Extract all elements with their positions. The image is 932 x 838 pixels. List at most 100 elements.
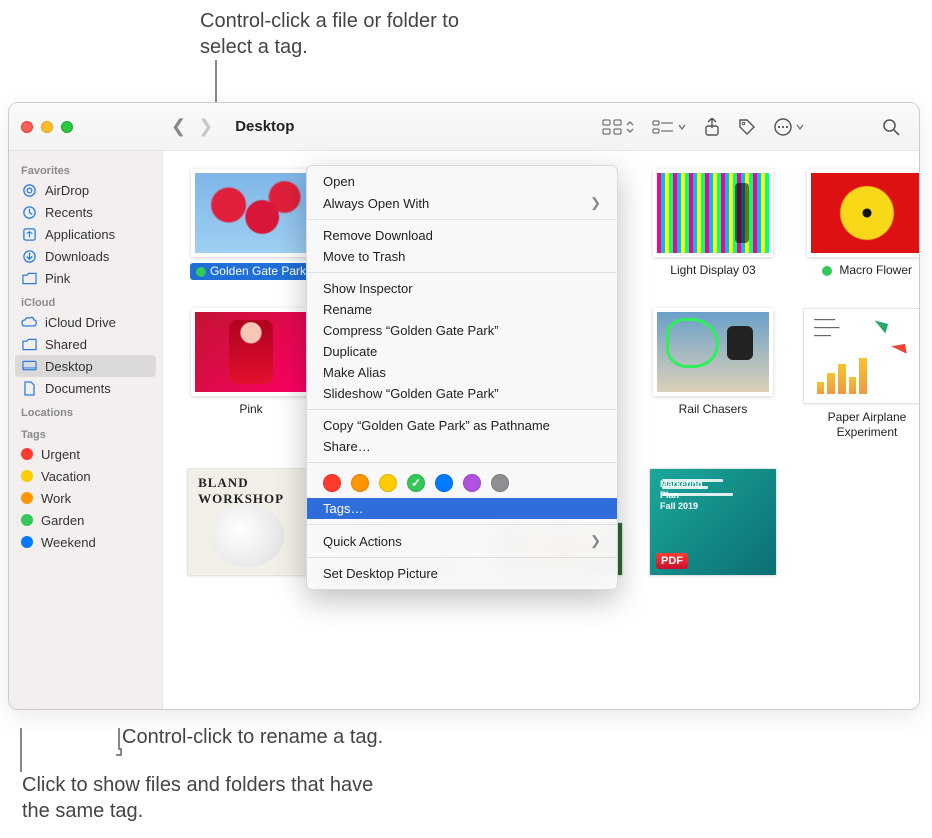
callout-line bbox=[20, 728, 22, 772]
ctx-quick-actions[interactable]: Quick Actions❯ bbox=[307, 530, 617, 552]
sidebar-item-airdrop[interactable]: AirDrop bbox=[9, 179, 162, 201]
sidebar-item-recents[interactable]: Recents bbox=[9, 201, 162, 223]
chevron-down-icon bbox=[678, 123, 686, 131]
nav-controls: ❮ ❯ Desktop bbox=[163, 116, 294, 137]
sidebar-item-label: Shared bbox=[45, 337, 87, 352]
window-title: Desktop bbox=[235, 118, 294, 135]
tag-color-gray[interactable] bbox=[491, 474, 509, 492]
sidebar: Favorites AirDrop Recents Applications D… bbox=[9, 151, 163, 709]
file-name-label: Golden Gate Park bbox=[210, 264, 306, 279]
file-thumbnail: ━━━━━━━━━━━━━━━ bbox=[803, 308, 919, 404]
actions-button[interactable] bbox=[768, 114, 810, 140]
file-name-selected: Golden Gate Park bbox=[190, 263, 312, 280]
sidebar-item-label: Vacation bbox=[41, 469, 91, 484]
downloads-icon bbox=[21, 248, 37, 264]
ctx-set-desktop-picture[interactable]: Set Desktop Picture bbox=[307, 563, 617, 584]
tag-color-orange[interactable] bbox=[351, 474, 369, 492]
tags-button[interactable] bbox=[732, 114, 762, 140]
file-item-placeholder bbox=[797, 468, 919, 576]
sidebar-tag-weekend[interactable]: Weekend bbox=[9, 531, 162, 553]
window-controls bbox=[9, 121, 163, 133]
icon-view-icon bbox=[602, 119, 622, 135]
menu-separator bbox=[307, 462, 617, 463]
ctx-rename[interactable]: Rename bbox=[307, 299, 617, 320]
tag-color-red[interactable] bbox=[323, 474, 341, 492]
annotation-bottom: Click to show files and folders that hav… bbox=[22, 772, 382, 824]
ctx-copy-pathname[interactable]: Copy “Golden Gate Park” as Pathname bbox=[307, 415, 617, 436]
chevron-right-icon: ❯ bbox=[590, 195, 601, 211]
file-item[interactable]: Light Display 03 bbox=[643, 169, 783, 280]
sidebar-item-label: iCloud Drive bbox=[45, 315, 116, 330]
file-item[interactable]: Pink bbox=[181, 308, 321, 440]
sidebar-item-label: Recents bbox=[45, 205, 93, 220]
file-thumbnail bbox=[191, 169, 311, 257]
file-name-label: Light Display 03 bbox=[670, 263, 755, 278]
sidebar-tag-urgent[interactable]: Urgent bbox=[9, 443, 162, 465]
ctx-share[interactable]: Share… bbox=[307, 436, 617, 457]
ctx-compress[interactable]: Compress “Golden Gate Park” bbox=[307, 320, 617, 341]
sidebar-item-label: Weekend bbox=[41, 535, 96, 550]
back-button[interactable]: ❮ bbox=[171, 116, 186, 137]
sidebar-header-tags: Tags bbox=[9, 421, 162, 443]
sidebar-item-desktop[interactable]: Desktop bbox=[15, 355, 156, 377]
menu-separator bbox=[307, 524, 617, 525]
forward-button[interactable]: ❯ bbox=[198, 116, 213, 137]
folder-icon bbox=[21, 270, 37, 286]
file-item[interactable]: Rail Chasers bbox=[643, 308, 783, 440]
file-name-label: Paper Airplane Experiment bbox=[799, 410, 919, 440]
sidebar-item-label: Garden bbox=[41, 513, 84, 528]
document-icon bbox=[21, 380, 37, 396]
ctx-move-to-trash[interactable]: Move to Trash bbox=[307, 246, 617, 267]
file-item[interactable]: BLANDWORKSHOP bbox=[181, 468, 321, 576]
close-window-button[interactable] bbox=[21, 121, 33, 133]
sidebar-item-pink[interactable]: Pink bbox=[9, 267, 162, 289]
tag-color-purple[interactable] bbox=[463, 474, 481, 492]
file-name-label: Macro Flower bbox=[839, 263, 912, 277]
applications-icon bbox=[21, 226, 37, 242]
maximize-window-button[interactable] bbox=[61, 121, 73, 133]
minimize-window-button[interactable] bbox=[41, 121, 53, 133]
tag-dot-icon bbox=[21, 492, 33, 504]
file-item[interactable]: Golden Gate Park bbox=[181, 169, 321, 280]
sidebar-item-label: Downloads bbox=[45, 249, 109, 264]
file-thumbnail: MarketingPlanFall 2019 PDF bbox=[649, 468, 777, 576]
sidebar-tag-garden[interactable]: Garden bbox=[9, 509, 162, 531]
sidebar-item-label: Desktop bbox=[45, 359, 93, 374]
share-button[interactable] bbox=[698, 114, 726, 140]
menu-separator bbox=[307, 219, 617, 220]
ctx-duplicate[interactable]: Duplicate bbox=[307, 341, 617, 362]
ctx-tags[interactable]: Tags… bbox=[307, 498, 617, 519]
ctx-slideshow[interactable]: Slideshow “Golden Gate Park” bbox=[307, 383, 617, 404]
ctx-open[interactable]: Open bbox=[307, 171, 617, 192]
sidebar-tag-work[interactable]: Work bbox=[9, 487, 162, 509]
search-icon bbox=[882, 118, 900, 136]
callout-line bbox=[120, 748, 122, 756]
sidebar-item-shared[interactable]: Shared bbox=[9, 333, 162, 355]
ctx-show-inspector[interactable]: Show Inspector bbox=[307, 278, 617, 299]
sidebar-item-icloud-drive[interactable]: iCloud Drive bbox=[9, 311, 162, 333]
file-thumbnail bbox=[191, 308, 311, 396]
sidebar-item-applications[interactable]: Applications bbox=[9, 223, 162, 245]
ctx-make-alias[interactable]: Make Alias bbox=[307, 362, 617, 383]
sidebar-tag-vacation[interactable]: Vacation bbox=[9, 465, 162, 487]
sidebar-item-label: Work bbox=[41, 491, 71, 506]
sidebar-item-documents[interactable]: Documents bbox=[9, 377, 162, 399]
file-item[interactable]: Macro Flower bbox=[797, 169, 919, 280]
tag-color-yellow[interactable] bbox=[379, 474, 397, 492]
file-name-label: Rail Chasers bbox=[679, 402, 748, 417]
file-item[interactable]: ━━━━━━━━━━━━━━━ Paper Airplane Experimen… bbox=[797, 308, 919, 440]
view-mode-button[interactable] bbox=[596, 115, 640, 139]
group-icon bbox=[652, 120, 674, 134]
group-button[interactable] bbox=[646, 116, 692, 138]
file-item[interactable]: MarketingPlanFall 2019 PDF bbox=[643, 468, 783, 576]
sidebar-item-downloads[interactable]: Downloads bbox=[9, 245, 162, 267]
tag-color-blue[interactable] bbox=[435, 474, 453, 492]
sidebar-item-label: Documents bbox=[45, 381, 111, 396]
tag-dot-icon bbox=[21, 514, 33, 526]
search-button[interactable] bbox=[876, 114, 906, 140]
ctx-always-open-with[interactable]: Always Open With❯ bbox=[307, 192, 617, 214]
tag-color-green[interactable] bbox=[407, 474, 425, 492]
ctx-remove-download[interactable]: Remove Download bbox=[307, 225, 617, 246]
tag-dot-icon bbox=[822, 266, 832, 276]
airdrop-icon bbox=[21, 182, 37, 198]
